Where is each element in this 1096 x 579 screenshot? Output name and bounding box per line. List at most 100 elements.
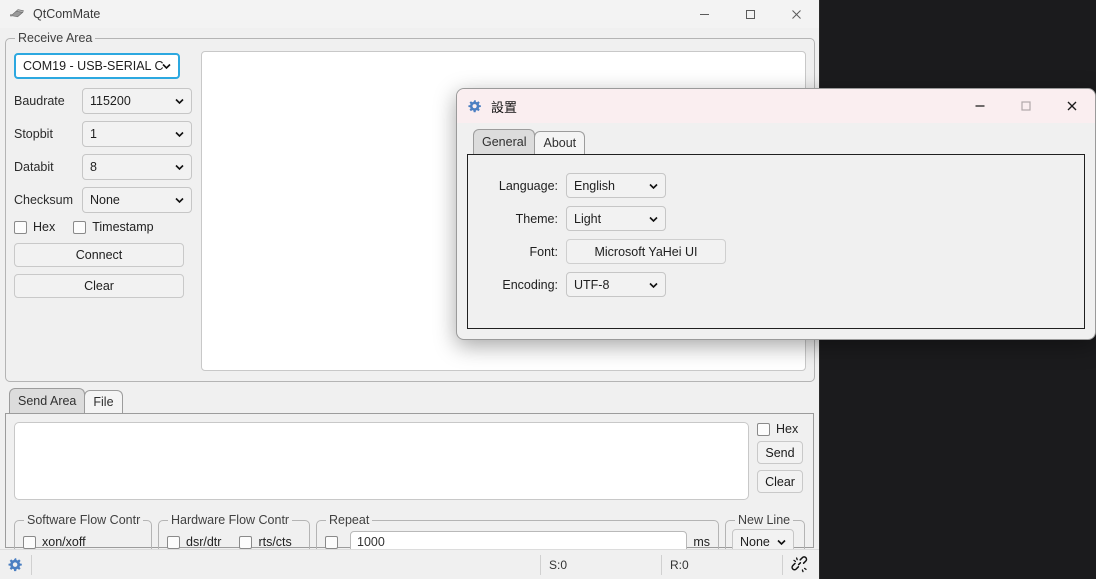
settings-button[interactable] <box>0 550 31 579</box>
receive-options-row: Hex Timestamp <box>14 220 192 234</box>
databit-select[interactable]: 8 <box>82 154 192 180</box>
theme-label: Theme: <box>515 211 558 226</box>
software-flow-title: Software Flow Contr <box>24 513 144 527</box>
send-tabbar: Send Area File <box>5 388 814 413</box>
send-button[interactable]: Send <box>757 441 803 464</box>
hardware-flow-title: Hardware Flow Contr <box>168 513 293 527</box>
new-line-value: None <box>740 535 770 549</box>
receive-hex-checkbox[interactable] <box>14 220 27 234</box>
databit-row: Databit 8 <box>14 154 192 180</box>
dialog-maximize-button[interactable] <box>1003 89 1049 123</box>
language-value: English <box>574 178 615 193</box>
databit-label: Databit <box>14 160 54 174</box>
receive-hex-label: Hex <box>33 220 56 234</box>
receive-timestamp-checkbox[interactable] <box>73 220 87 234</box>
font-label: Font: <box>529 244 559 259</box>
port-select-value: COM19 - USB-SERIAL C <box>23 59 164 73</box>
clear-receive-button[interactable]: Clear <box>14 274 184 298</box>
encoding-value: UTF-8 <box>574 277 610 292</box>
settings-dialog-title: 設置 <box>491 99 518 115</box>
rts-cts-label: rts/cts <box>258 535 292 549</box>
baudrate-select[interactable]: 115200 <box>82 88 192 114</box>
checksum-select[interactable]: None <box>82 187 192 213</box>
encoding-label: Encoding: <box>502 277 558 292</box>
checksum-value: None <box>90 193 120 207</box>
close-button[interactable] <box>773 0 819 28</box>
dialog-close-button[interactable] <box>1049 89 1095 123</box>
receive-area-title: Receive Area <box>15 31 96 45</box>
stopbit-label: Stopbit <box>14 127 53 141</box>
theme-row: Theme: Light <box>468 206 1084 231</box>
font-row: Font: Microsoft YaHei UI <box>468 239 1084 264</box>
tab-file[interactable]: File <box>84 390 123 413</box>
port-select[interactable]: COM19 - USB-SERIAL C <box>14 53 180 79</box>
xon-xoff-checkbox[interactable] <box>23 535 36 549</box>
settings-dialog: 設置 General About Language: English Theme… <box>456 88 1096 340</box>
serial-plug-icon <box>9 6 25 22</box>
repeat-unit-label: ms <box>693 535 710 549</box>
receive-timestamp-label: Timestamp <box>92 220 154 234</box>
baudrate-label: Baudrate <box>14 94 65 108</box>
chevron-down-icon <box>648 279 659 290</box>
send-buttons-column: Hex Send Clear <box>757 422 805 500</box>
tab-about[interactable]: About <box>534 131 586 154</box>
language-select[interactable]: English <box>566 173 666 198</box>
send-area-section: Send Area File Hex Send Clear Software F… <box>5 388 814 564</box>
serial-settings-panel: COM19 - USB-SERIAL C Baudrate 115200 Sto… <box>14 49 192 373</box>
chevron-down-icon <box>174 96 185 107</box>
new-line-title: New Line <box>735 513 794 527</box>
tab-general[interactable]: General <box>473 129 536 154</box>
general-tab-page: Language: English Theme: Light Font: Mic… <box>467 154 1085 329</box>
sent-count: S:0 <box>549 557 568 572</box>
theme-value: Light <box>574 211 602 226</box>
settings-dialog-controls <box>957 89 1095 123</box>
chevron-down-icon <box>648 213 659 224</box>
encoding-row: Encoding: UTF-8 <box>468 272 1084 297</box>
repeat-title: Repeat <box>326 513 373 527</box>
language-row: Language: English <box>468 173 1084 198</box>
theme-select[interactable]: Light <box>566 206 666 231</box>
rts-cts-checkbox[interactable] <box>239 535 253 549</box>
chevron-down-icon <box>776 537 787 548</box>
dsr-dtr-label: dsr/dtr <box>186 535 222 549</box>
font-select-button[interactable]: Microsoft YaHei UI <box>566 239 726 264</box>
send-hex-checkbox[interactable] <box>757 422 770 436</box>
minimize-button[interactable] <box>681 0 727 28</box>
chevron-down-icon <box>174 129 185 140</box>
gear-icon <box>8 557 22 571</box>
chevron-down-icon <box>161 61 172 72</box>
gear-icon <box>467 99 482 114</box>
main-titlebar: QtComMate <box>0 0 819 28</box>
statusbar: S:0 R:0 <box>0 549 819 579</box>
clear-send-button[interactable]: Clear <box>757 470 803 493</box>
disconnected-link-icon <box>791 555 808 572</box>
settings-tabbar: General About <box>467 129 1085 154</box>
send-hex-row: Hex <box>757 422 805 436</box>
tab-send-area[interactable]: Send Area <box>9 388 86 413</box>
language-label: Language: <box>498 178 558 193</box>
stopbit-row: Stopbit 1 <box>14 121 192 147</box>
xon-xoff-label: xon/xoff <box>42 535 86 549</box>
send-textarea[interactable] <box>14 422 749 500</box>
chevron-down-icon <box>648 180 659 191</box>
main-window-controls <box>681 0 819 28</box>
connect-button[interactable]: Connect <box>14 243 184 267</box>
settings-dialog-titlebar: 設置 <box>457 89 1095 123</box>
settings-dialog-body: General About Language: English Theme: L… <box>457 123 1095 339</box>
connection-status[interactable] <box>783 550 819 579</box>
chevron-down-icon <box>174 195 185 206</box>
main-window-title: QtComMate <box>33 7 101 21</box>
chevron-down-icon <box>174 162 185 173</box>
baudrate-value: 115200 <box>90 94 131 108</box>
received-count: R:0 <box>670 557 689 572</box>
checksum-row: Checksum None <box>14 187 192 213</box>
maximize-button[interactable] <box>727 0 773 28</box>
send-panel: Hex Send Clear Software Flow Contr xon/x… <box>5 413 814 564</box>
stopbit-value: 1 <box>90 127 97 141</box>
databit-value: 8 <box>90 160 97 174</box>
repeat-enable-checkbox[interactable] <box>325 535 338 549</box>
dialog-minimize-button[interactable] <box>957 89 1003 123</box>
dsr-dtr-checkbox[interactable] <box>167 535 180 549</box>
encoding-select[interactable]: UTF-8 <box>566 272 666 297</box>
stopbit-select[interactable]: 1 <box>82 121 192 147</box>
